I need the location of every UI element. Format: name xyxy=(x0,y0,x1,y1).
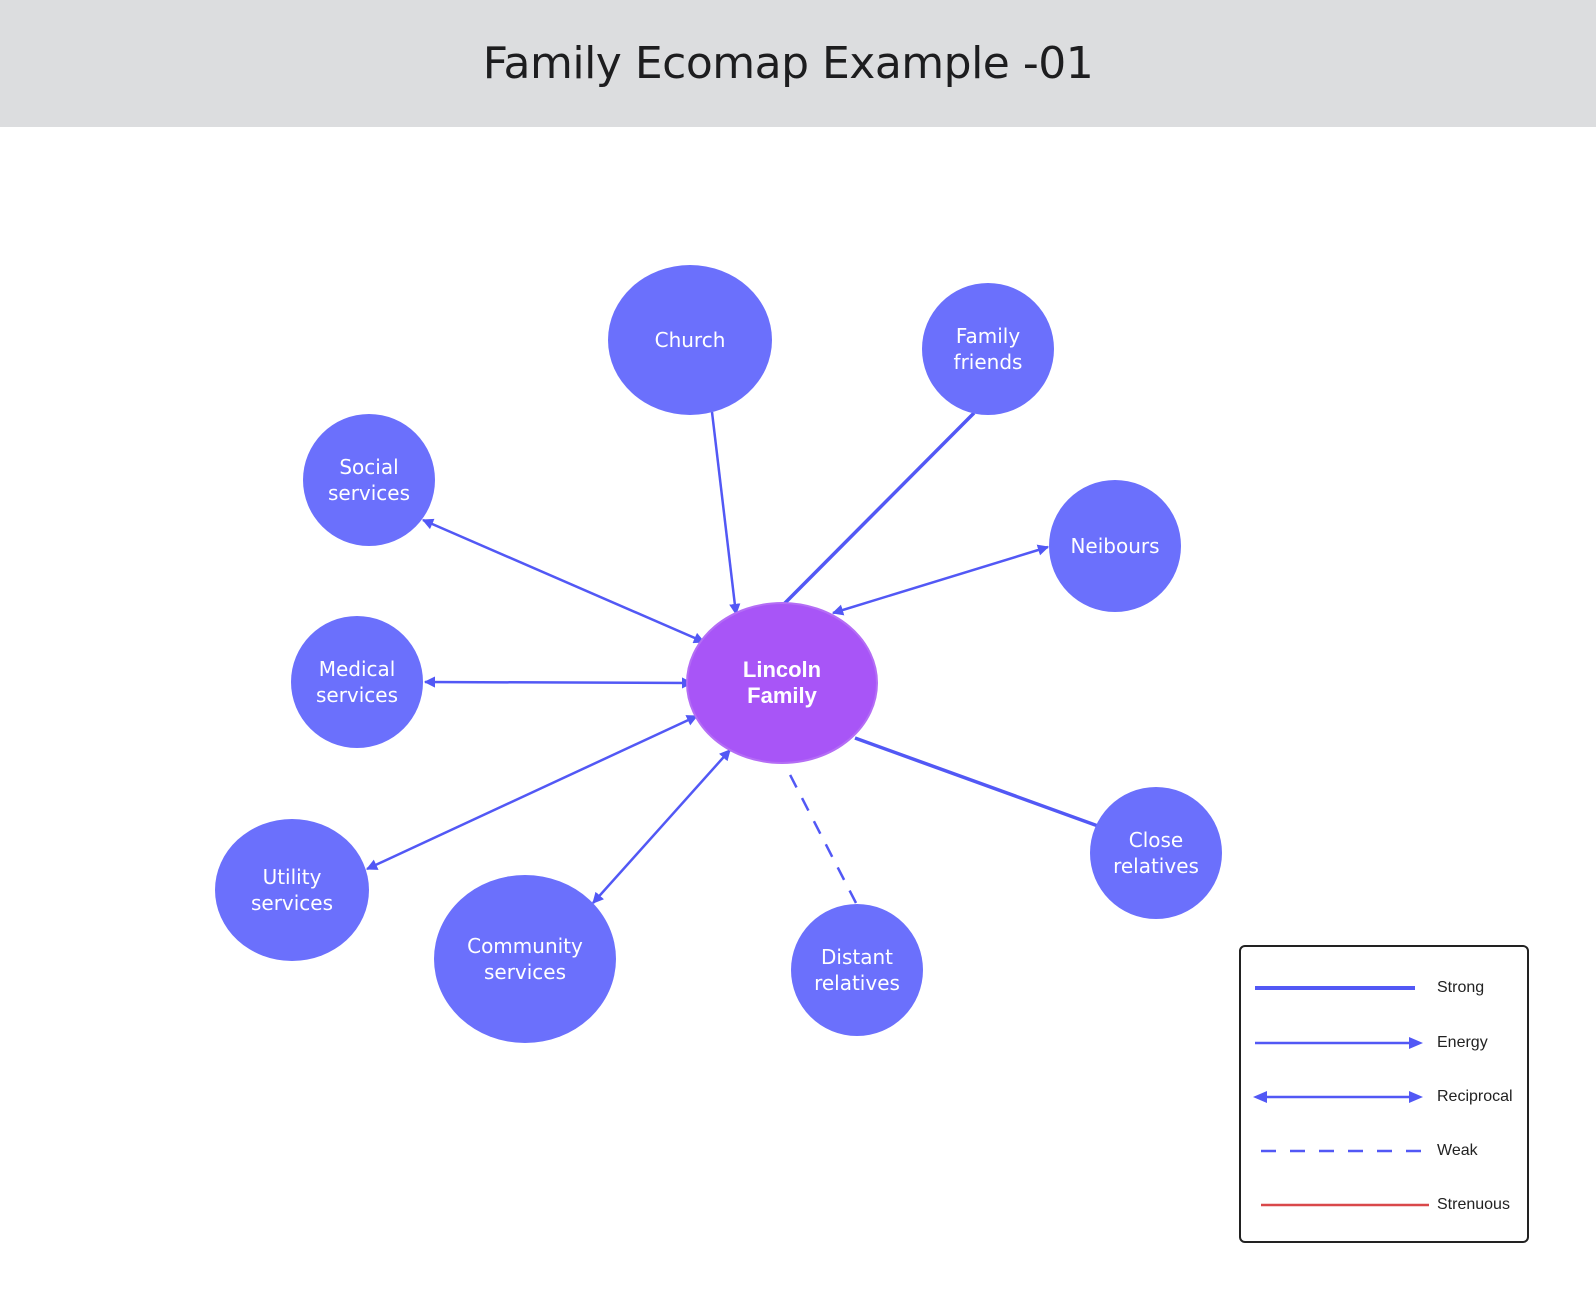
edge-close-relatives-strong xyxy=(854,736,1099,828)
node-label-church: Church xyxy=(655,328,726,352)
legend-label: Strenuous xyxy=(1437,1196,1510,1213)
legend: Strong Energy Reciprocal Weak Strenuous xyxy=(1239,945,1529,1243)
legend-label: Reciprocal xyxy=(1437,1088,1513,1105)
node-neibours[interactable]: Neibours xyxy=(1049,480,1181,612)
node-label-close-relatives: relatives xyxy=(1113,854,1199,878)
node-distant-relatives[interactable]: Distantrelatives xyxy=(791,904,923,1036)
weak-dashed-line-icon xyxy=(1261,1149,1421,1153)
node-label-family-friends: friends xyxy=(954,350,1023,374)
node-lincoln[interactable]: LincolnFamily xyxy=(686,602,878,764)
energy-arrow-icon xyxy=(1255,1037,1423,1049)
node-label-distant-relatives: relatives xyxy=(814,971,900,995)
node-label-lincoln: Lincoln xyxy=(743,657,821,682)
node-shape-medical-services xyxy=(291,616,423,748)
node-shape-community-services xyxy=(434,875,616,1043)
node-label-social-services: services xyxy=(328,481,410,505)
node-community-services[interactable]: Communityservices xyxy=(434,875,616,1043)
node-label-medical-services: Medical xyxy=(319,657,396,681)
node-label-social-services: Social xyxy=(339,455,398,479)
legend-label: Strong xyxy=(1437,979,1485,996)
edge-neibours-reciprocal xyxy=(831,544,1050,616)
edge-family-friends-strong xyxy=(782,411,976,606)
node-family-friends[interactable]: Familyfriends xyxy=(922,283,1054,415)
node-shape-utility-services xyxy=(215,819,369,961)
node-label-medical-services: services xyxy=(316,683,398,707)
node-label-family-friends: Family xyxy=(956,324,1021,348)
node-label-distant-relatives: Distant xyxy=(821,945,893,969)
edge-utility-services-reciprocal xyxy=(365,714,699,871)
node-label-community-services: services xyxy=(484,960,566,984)
node-shape-family-friends xyxy=(922,283,1054,415)
legend-item-strenuous: Strenuous xyxy=(1241,1195,1527,1215)
node-label-neibours: Neibours xyxy=(1070,534,1159,558)
legend-label: Energy xyxy=(1437,1034,1488,1051)
edge-medical-services-reciprocal xyxy=(423,676,694,689)
edge-social-services-reciprocal xyxy=(421,518,706,644)
reciprocal-arrow-icon xyxy=(1253,1091,1423,1103)
node-label-lincoln: Family xyxy=(747,683,817,708)
node-shape-social-services xyxy=(303,414,435,546)
edge-community-services-reciprocal xyxy=(592,749,731,904)
node-medical-services[interactable]: Medicalservices xyxy=(291,616,423,748)
strenuous-line-icon xyxy=(1261,1203,1429,1207)
node-utility-services[interactable]: Utilityservices xyxy=(215,819,369,961)
node-social-services[interactable]: Socialservices xyxy=(303,414,435,546)
legend-item-reciprocal: Reciprocal xyxy=(1241,1087,1527,1107)
node-label-close-relatives: Close xyxy=(1129,828,1183,852)
node-close-relatives[interactable]: Closerelatives xyxy=(1090,787,1222,919)
legend-label: Weak xyxy=(1437,1142,1478,1159)
node-label-utility-services: services xyxy=(251,891,333,915)
edge-church-energy xyxy=(710,411,741,616)
legend-item-strong: Strong xyxy=(1241,978,1527,998)
node-shape-distant-relatives xyxy=(791,904,923,1036)
strong-line-icon xyxy=(1255,986,1415,990)
nodes-layer: Church FamilyfriendsNeiboursSocialservice… xyxy=(215,265,1222,1043)
legend-item-energy: Energy xyxy=(1241,1033,1527,1053)
node-label-community-services: Community xyxy=(467,934,583,958)
node-church[interactable]: Church xyxy=(608,265,772,415)
node-shape-close-relatives xyxy=(1090,787,1222,919)
legend-item-weak: Weak xyxy=(1241,1141,1527,1161)
edge-distant-relatives-weak xyxy=(783,764,858,904)
node-label-utility-services: Utility xyxy=(263,865,322,889)
